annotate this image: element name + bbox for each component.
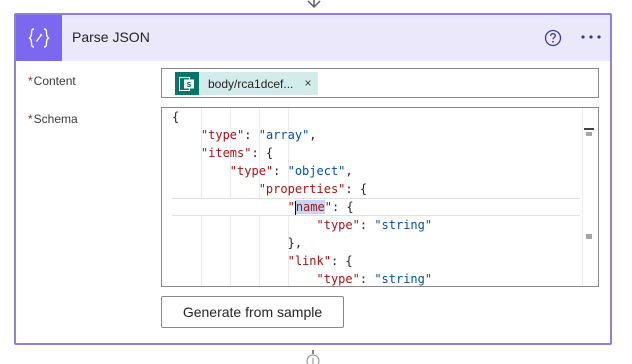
code-line: "link": { — [287, 254, 353, 268]
svg-text:S: S — [186, 81, 191, 89]
scroll-marker — [586, 234, 592, 239]
code-line: "items": { — [200, 146, 274, 160]
sharepoint-icon: S — [175, 72, 199, 95]
question-circle-icon[interactable] — [544, 29, 562, 47]
code-line: "properties": { — [258, 182, 368, 196]
required-marker: * — [28, 74, 33, 88]
code-line: "type": "object", — [229, 164, 353, 178]
code-line: "type": "array", — [200, 128, 317, 142]
required-marker: * — [28, 112, 33, 126]
curly-braces-icon — [16, 15, 62, 61]
code-line: "type": "string" — [316, 218, 433, 232]
parse-json-action-card[interactable]: Parse JSON *Content S body/rca1dcef... ×… — [14, 13, 612, 345]
scroll-marker — [586, 132, 592, 136]
editor-scrollbar[interactable] — [582, 108, 598, 286]
token-remove-icon[interactable]: × — [302, 75, 314, 91]
code-line: { — [172, 110, 180, 124]
content-label-text: Content — [33, 74, 76, 88]
schema-code-editor[interactable]: { "type": "array", "items": { "type": "o… — [161, 107, 599, 287]
content-label: *Content — [28, 74, 76, 88]
code-line-active: "name": { — [172, 198, 580, 216]
code-lines[interactable]: { "type": "array", "items": { "type": "o… — [162, 108, 580, 286]
scroll-marker — [584, 128, 594, 130]
token-label: body/rca1dcef... — [208, 76, 294, 91]
action-header[interactable]: Parse JSON — [16, 15, 610, 61]
flow-connector-arrow-icon — [307, 0, 321, 9]
content-input[interactable]: S body/rca1dcef... × — [161, 68, 599, 98]
ellipsis-icon[interactable] — [579, 27, 603, 47]
action-title[interactable]: Parse JSON — [72, 29, 150, 45]
generate-from-sample-button[interactable]: Generate from sample — [161, 296, 344, 328]
schema-label: *Schema — [28, 112, 78, 126]
dynamic-content-token[interactable]: S body/rca1dcef... × — [175, 72, 318, 95]
flow-connector-plus-icon[interactable] — [304, 350, 322, 364]
code-line: }, — [287, 236, 303, 250]
schema-label-text: Schema — [33, 112, 78, 126]
code-line: "type": "string" — [316, 272, 433, 286]
